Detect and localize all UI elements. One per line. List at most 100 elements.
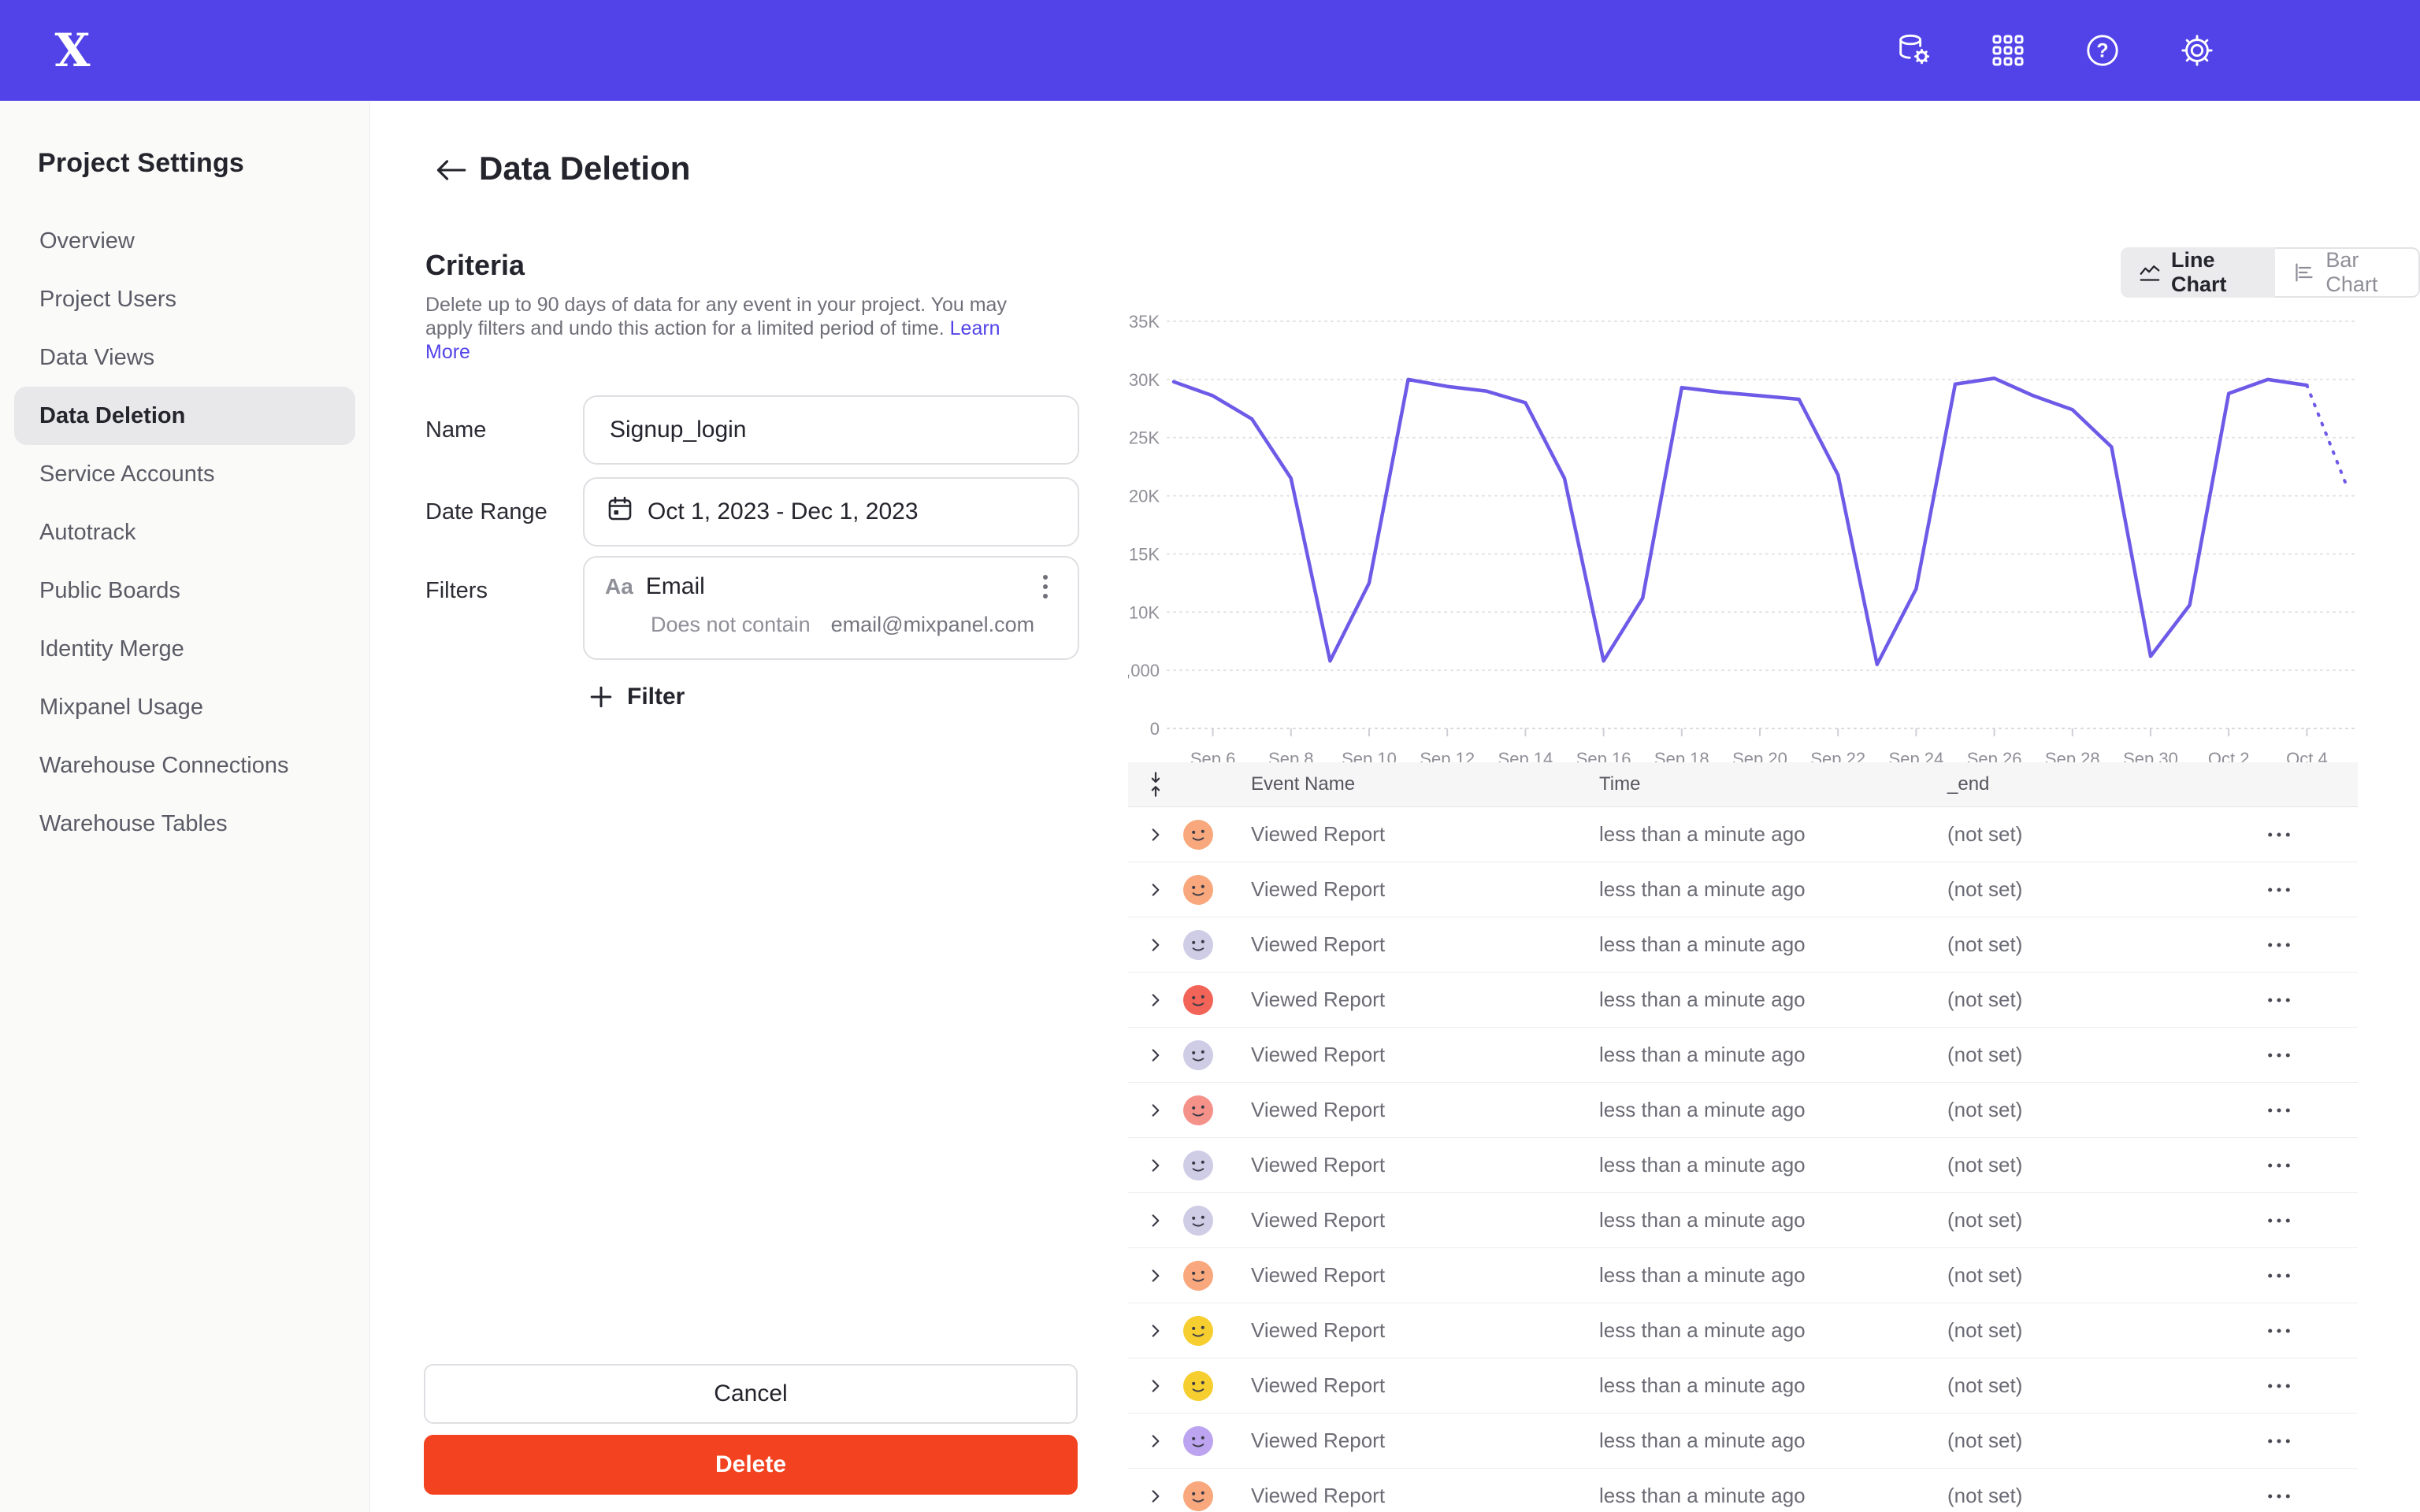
user-avatar <box>1183 1206 1251 1236</box>
svg-text:?: ? <box>2096 40 2108 62</box>
event-name-cell: Viewed Report <box>1251 1153 1599 1177</box>
criteria-description-text: Delete up to 90 days of data for any eve… <box>425 294 1007 339</box>
back-button[interactable] <box>435 158 470 192</box>
filter-value[interactable]: email@mixpanel.com <box>831 613 1035 637</box>
time-cell: less than a minute ago <box>1599 822 1947 847</box>
row-actions-button[interactable] <box>2199 997 2358 1003</box>
settings-sidebar: Project Settings OverviewProject UsersDa… <box>0 101 370 1512</box>
svg-text:30K: 30K <box>1129 370 1160 390</box>
table-row[interactable]: Viewed Reportless than a minute ago(not … <box>1128 1303 2358 1358</box>
event-name-cell: Viewed Report <box>1251 1429 1599 1453</box>
row-actions-button[interactable] <box>2199 1493 2358 1499</box>
row-actions-button[interactable] <box>2199 887 2358 893</box>
sidebar-item-identity-merge[interactable]: Identity Merge <box>14 620 355 678</box>
table-row[interactable]: Viewed Reportless than a minute ago(not … <box>1128 1469 2358 1512</box>
mixpanel-logo[interactable]: X <box>49 27 96 74</box>
row-actions-button[interactable] <box>2199 832 2358 838</box>
sidebar-item-mixpanel-usage[interactable]: Mixpanel Usage <box>14 678 355 736</box>
expand-chevron-icon[interactable] <box>1128 826 1183 843</box>
expand-chevron-icon[interactable] <box>1128 1267 1183 1284</box>
table-row[interactable]: Viewed Reportless than a minute ago(not … <box>1128 1414 2358 1469</box>
sidebar-item-data-views[interactable]: Data Views <box>14 328 355 387</box>
filter-kebab-menu-icon[interactable] <box>1034 573 1057 600</box>
row-actions-button[interactable] <box>2199 1438 2358 1444</box>
svg-text:0: 0 <box>1150 719 1160 739</box>
row-actions-button[interactable] <box>2199 1328 2358 1334</box>
sidebar-item-project-users[interactable]: Project Users <box>14 270 355 328</box>
cancel-button[interactable]: Cancel <box>424 1364 1078 1424</box>
table-row[interactable]: Viewed Reportless than a minute ago(not … <box>1128 1138 2358 1193</box>
table-row[interactable]: Viewed Reportless than a minute ago(not … <box>1128 1028 2358 1083</box>
expand-chevron-icon[interactable] <box>1128 991 1183 1009</box>
expand-chevron-icon[interactable] <box>1128 1157 1183 1174</box>
row-actions-button[interactable] <box>2199 1383 2358 1389</box>
end-cell: (not set) <box>1947 877 2199 902</box>
table-row[interactable]: Viewed Reportless than a minute ago(not … <box>1128 1193 2358 1248</box>
topbar-icons: ? <box>1895 0 2215 101</box>
table-row[interactable]: Viewed Reportless than a minute ago(not … <box>1128 807 2358 862</box>
events-table: Event Name Time _end Viewed Reportless t… <box>1128 762 2358 1512</box>
apps-grid-icon[interactable] <box>1990 32 2026 69</box>
add-filter-button[interactable]: Filter <box>589 684 685 710</box>
row-actions-button[interactable] <box>2199 1273 2358 1279</box>
help-icon[interactable]: ? <box>2084 32 2121 69</box>
expand-chevron-icon[interactable] <box>1128 1047 1183 1064</box>
bar-chart-toggle[interactable]: Bar Chart <box>2275 247 2420 298</box>
date-range-label: Date Range <box>425 499 547 525</box>
sort-toggle-icon[interactable] <box>1128 771 1183 798</box>
user-avatar <box>1183 1040 1251 1070</box>
table-row[interactable]: Viewed Reportless than a minute ago(not … <box>1128 1358 2358 1414</box>
expand-chevron-icon[interactable] <box>1128 936 1183 954</box>
sidebar-item-service-accounts[interactable]: Service Accounts <box>14 445 355 503</box>
event-name-cell: Viewed Report <box>1251 1098 1599 1122</box>
svg-text:35K: 35K <box>1129 312 1160 332</box>
sidebar-item-warehouse-tables[interactable]: Warehouse Tables <box>14 795 355 853</box>
line-chart-icon <box>2140 261 2160 284</box>
sidebar-item-autotrack[interactable]: Autotrack <box>14 503 355 561</box>
filter-property: Email <box>646 573 705 600</box>
svg-text:15K: 15K <box>1129 544 1160 564</box>
table-row[interactable]: Viewed Reportless than a minute ago(not … <box>1128 917 2358 973</box>
end-cell: (not set) <box>1947 1153 2199 1177</box>
row-actions-button[interactable] <box>2199 942 2358 948</box>
sidebar-item-warehouse-connections[interactable]: Warehouse Connections <box>14 736 355 795</box>
delete-button[interactable]: Delete <box>424 1435 1078 1495</box>
svg-text:25K: 25K <box>1129 428 1160 448</box>
name-input[interactable] <box>583 395 1079 465</box>
table-row[interactable]: Viewed Reportless than a minute ago(not … <box>1128 862 2358 917</box>
settings-gear-icon[interactable] <box>2179 32 2215 69</box>
end-cell: (not set) <box>1947 1043 2199 1067</box>
row-actions-button[interactable] <box>2199 1217 2358 1224</box>
table-row[interactable]: Viewed Reportless than a minute ago(not … <box>1128 1083 2358 1138</box>
row-actions-button[interactable] <box>2199 1162 2358 1169</box>
event-name-cell: Viewed Report <box>1251 1484 1599 1508</box>
expand-chevron-icon[interactable] <box>1128 1432 1183 1450</box>
time-cell: less than a minute ago <box>1599 1153 1947 1177</box>
expand-chevron-icon[interactable] <box>1128 881 1183 899</box>
sidebar-item-public-boards[interactable]: Public Boards <box>14 561 355 620</box>
svg-text:5,000: 5,000 <box>1128 661 1160 680</box>
row-actions-button[interactable] <box>2199 1052 2358 1058</box>
table-row[interactable]: Viewed Reportless than a minute ago(not … <box>1128 1248 2358 1303</box>
row-actions-button[interactable] <box>2199 1107 2358 1114</box>
expand-chevron-icon[interactable] <box>1128 1102 1183 1119</box>
table-row[interactable]: Viewed Reportless than a minute ago(not … <box>1128 973 2358 1028</box>
line-chart-toggle[interactable]: Line Chart <box>2121 247 2275 298</box>
end-cell: (not set) <box>1947 1484 2199 1508</box>
expand-chevron-icon[interactable] <box>1128 1377 1183 1395</box>
date-range-field[interactable]: Oct 1, 2023 - Dec 1, 2023 <box>583 477 1079 547</box>
calendar-icon <box>607 495 633 528</box>
sidebar-item-data-deletion[interactable]: Data Deletion <box>14 387 355 445</box>
data-settings-icon[interactable] <box>1895 32 1932 69</box>
filter-operator[interactable]: Does not contain <box>651 613 811 637</box>
end-cell: (not set) <box>1947 1263 2199 1288</box>
sidebar-nav: OverviewProject UsersData ViewsData Dele… <box>0 212 369 853</box>
event-name-cell: Viewed Report <box>1251 932 1599 957</box>
user-avatar <box>1183 1095 1251 1125</box>
sidebar-item-overview[interactable]: Overview <box>14 212 355 270</box>
expand-chevron-icon[interactable] <box>1128 1212 1183 1229</box>
filter-card[interactable]: Aa Email Does not contain email@mixpanel… <box>583 556 1079 660</box>
expand-chevron-icon[interactable] <box>1128 1488 1183 1505</box>
expand-chevron-icon[interactable] <box>1128 1322 1183 1340</box>
user-avatar <box>1183 875 1251 905</box>
